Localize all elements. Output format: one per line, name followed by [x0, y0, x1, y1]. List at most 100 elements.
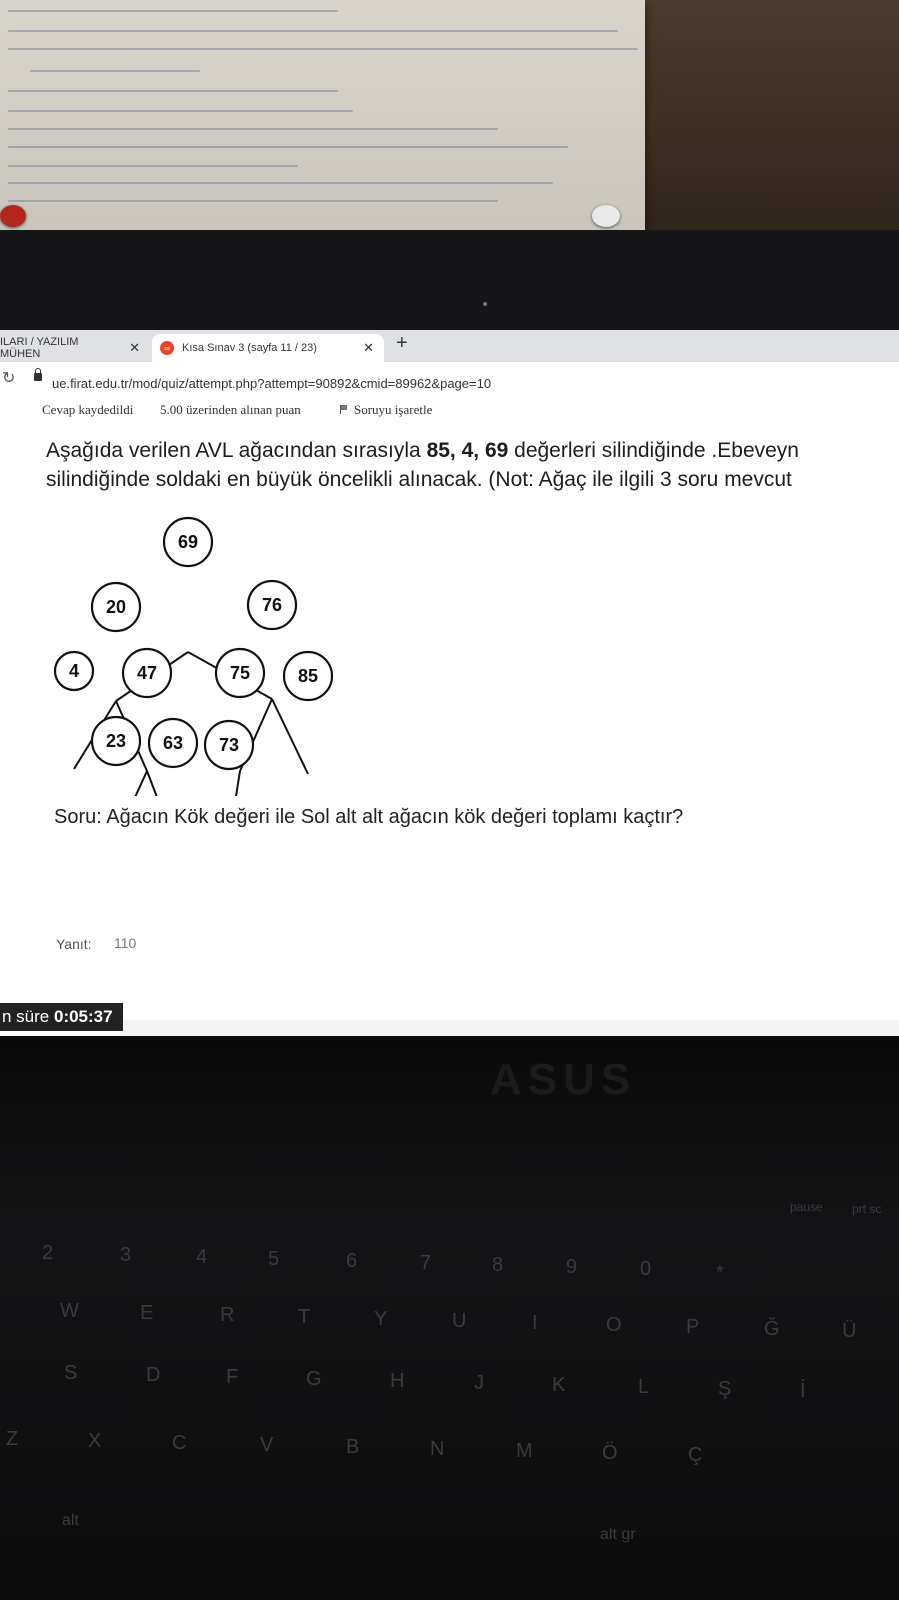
- keyboard-key: alt gr: [600, 1526, 636, 1543]
- keyboard-key: K: [552, 1374, 566, 1396]
- handwriting-line: [8, 128, 498, 130]
- quiz-page: Cevap kaydedildi 5.00 üzerinden alınan p…: [0, 396, 899, 1036]
- close-icon[interactable]: ✕: [119, 340, 150, 356]
- handwriting-line: [8, 182, 553, 184]
- flag-label: Soruyu işaretle: [354, 402, 433, 417]
- handwriting-line: [8, 146, 568, 148]
- timer-prefix: n süre: [2, 1007, 50, 1026]
- keyboard-key: R: [220, 1304, 235, 1326]
- tree-node-label: 73: [219, 735, 239, 755]
- reload-icon[interactable]: ↻: [2, 368, 15, 388]
- keyboard-key: N: [430, 1438, 445, 1460]
- tree-node-label: 20: [106, 597, 126, 617]
- tree-node-label: 63: [163, 733, 183, 753]
- handwriting-line: [8, 90, 338, 92]
- keyboard-key: Ü: [842, 1320, 857, 1342]
- question-text-part: değerleri silindiğinde .Ebeveyn: [508, 439, 799, 462]
- keyboard-key: I: [532, 1312, 538, 1334]
- keyboard-key: 6: [346, 1250, 358, 1272]
- tree-node-label: 4: [69, 661, 79, 681]
- keyboard-key: G: [306, 1368, 322, 1390]
- keyboard-key: O: [606, 1314, 622, 1336]
- keyboard-key: V: [260, 1434, 274, 1456]
- keyboard-key: pause: [790, 1200, 823, 1214]
- keyboard-key: L: [638, 1376, 650, 1398]
- tree-node-label: 23: [106, 731, 126, 751]
- question-values: 85, 4, 69: [426, 439, 509, 462]
- answer-status: Cevap kaydedildi: [42, 402, 134, 417]
- tree-node-label: 75: [230, 663, 250, 683]
- timer-value: 0:05:37: [53, 1007, 113, 1026]
- tree-node-label: 47: [137, 663, 157, 683]
- tab-label: ILARI / YAZILIM MÜHEN: [0, 336, 79, 360]
- answer-label: Yanıt:: [56, 936, 92, 952]
- keyboard-key: B: [346, 1436, 360, 1458]
- close-icon[interactable]: ✕: [353, 340, 384, 356]
- url-text[interactable]: ue.firat.edu.tr/mod/quiz/attempt.php?att…: [52, 376, 491, 391]
- browser-tab-bar: ILARI / YAZILIM MÜHEN ✕ ∞ Kısa Sınav 3 (…: [0, 330, 899, 362]
- keyboard-key: prt sc: [852, 1202, 882, 1216]
- keyboard-key: D: [146, 1364, 161, 1386]
- white-pushpin: [592, 205, 620, 227]
- question-line-1: Aşağıda verilen AVL ağacından sırasıyla …: [46, 436, 899, 465]
- answer-input[interactable]: [112, 930, 236, 956]
- keyboard-key: alt: [62, 1512, 79, 1529]
- new-tab-plus-icon[interactable]: +: [396, 332, 408, 355]
- keyboard-key: J: [474, 1372, 484, 1394]
- keyboard-key: 8: [492, 1254, 504, 1276]
- keyboard-key: F: [226, 1366, 239, 1388]
- handwriting-line: [8, 48, 638, 50]
- keyboard-key: E: [140, 1302, 154, 1324]
- keyboard-key: Ş: [718, 1378, 732, 1400]
- keyboard-key: M: [516, 1440, 533, 1462]
- tree-node-label: 69: [178, 532, 198, 552]
- avl-tree-diagram: 69 20 76 4 47 75 85 23 63 73: [53, 516, 334, 796]
- keyboard-key: 3: [120, 1244, 132, 1266]
- site-favicon-icon: ∞: [160, 341, 174, 355]
- keyboard-key: Ç: [688, 1444, 703, 1466]
- tree-edge: [235, 770, 241, 796]
- question-line-2: silindiğinde soldaki en büyük öncelikli …: [46, 468, 792, 491]
- tree-node-label: 76: [262, 595, 282, 615]
- tree-edge: [146, 770, 158, 796]
- quiz-timer: n süre 0:05:37: [0, 1003, 123, 1031]
- keyboard-key: *: [716, 1262, 724, 1284]
- handwriting-line: [8, 110, 353, 112]
- keyboard-key: 9: [566, 1256, 578, 1278]
- keyboard-key: U: [452, 1310, 467, 1332]
- keyboard-key: Ö: [602, 1442, 618, 1464]
- flag-question-link[interactable]: Soruyu işaretle: [340, 402, 432, 418]
- tab-label: Kısa Sınav 3 (sayfa 11 / 23): [182, 342, 317, 354]
- red-pushpin: [0, 205, 26, 227]
- tree-node-label: 85: [298, 666, 318, 686]
- handwriting-line: [30, 70, 200, 72]
- keyboard-key: C: [172, 1432, 187, 1454]
- keyboard-key: H: [390, 1370, 405, 1392]
- tab-quiz[interactable]: ∞ Kısa Sınav 3 (sayfa 11 / 23) ✕: [152, 334, 384, 362]
- laptop-brand-logo: ASUS: [490, 1055, 637, 1104]
- flag-icon: [340, 405, 349, 414]
- handwriting-line: [8, 200, 498, 202]
- tree-edge: [134, 770, 148, 796]
- handwriting-line: [8, 165, 298, 167]
- keyboard-key: S: [64, 1362, 78, 1384]
- question-text-part: Aşağıda verilen AVL ağacından sırasıyla: [46, 439, 427, 462]
- handwriting-line: [8, 10, 338, 12]
- keyboard-key: 2: [42, 1242, 54, 1264]
- keyboard-key: Ğ: [764, 1318, 780, 1340]
- keyboard-key: P: [686, 1316, 700, 1338]
- handwriting-line: [8, 30, 618, 32]
- question-text: Aşağıda verilen AVL ağacından sırasıyla …: [46, 436, 899, 494]
- points-info: 5.00 üzerinden alınan puan: [160, 402, 301, 417]
- address-bar[interactable]: ↻ ue.firat.edu.tr/mod/quiz/attempt.php?a…: [0, 362, 899, 397]
- keyboard-key: Y: [374, 1308, 388, 1330]
- webcam-dot: [483, 302, 487, 306]
- keyboard-key: T: [298, 1306, 311, 1328]
- keyboard-key: 0: [640, 1258, 652, 1280]
- tree-edge: [271, 698, 309, 775]
- keyboard-key: İ: [800, 1380, 806, 1402]
- keyboard-key: 5: [268, 1248, 280, 1270]
- page-bottom-strip: [120, 1020, 899, 1036]
- lock-icon: [34, 368, 42, 381]
- tab-previous[interactable]: ILARI / YAZILIM MÜHEN ✕: [0, 334, 150, 362]
